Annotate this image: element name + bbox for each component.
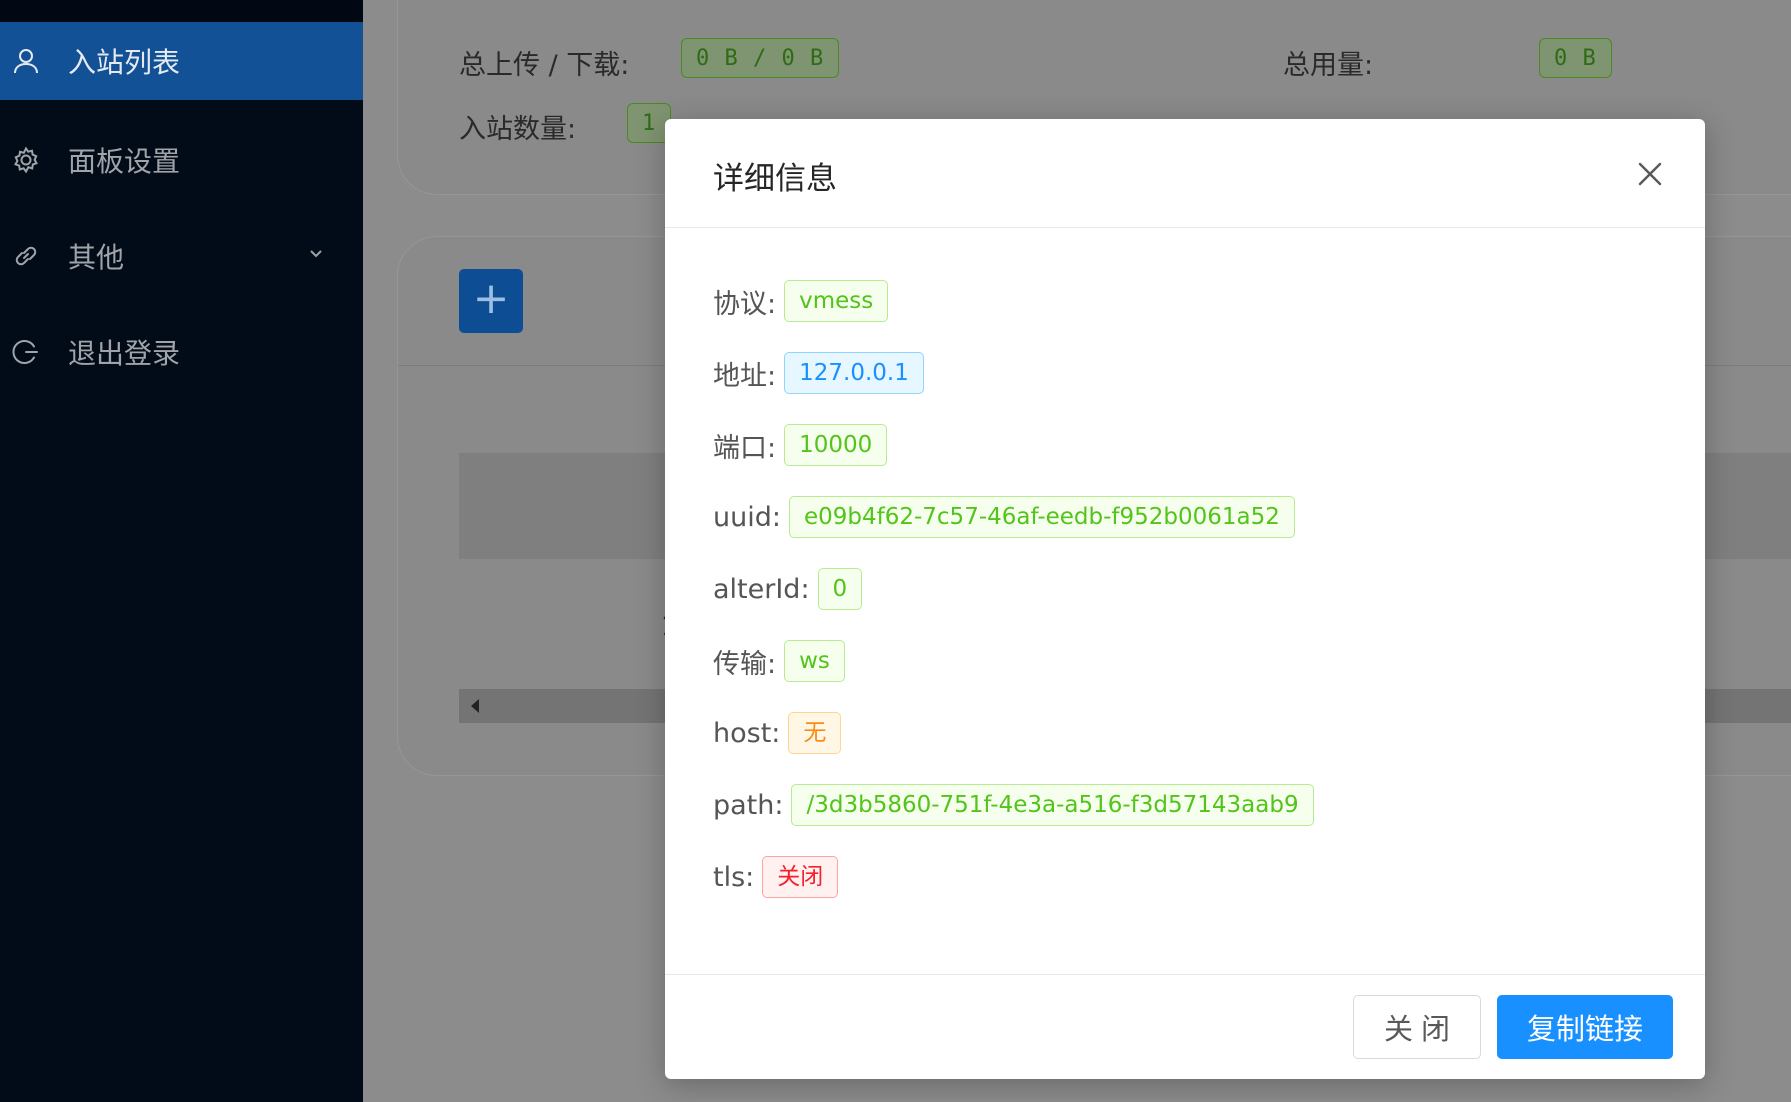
detail-row-uuid: uuid: e09b4f62-7c57-46af-eedb-f952b0061a… <box>713 495 1295 539</box>
transport-tag: ws <box>784 640 845 682</box>
logout-icon <box>12 338 40 366</box>
host-tag: 无 <box>788 712 842 754</box>
protocol-tag: vmess <box>784 280 889 322</box>
detail-label: host: <box>713 717 781 749</box>
sidebar-item-panel-settings[interactable]: 面板设置 <box>0 121 363 199</box>
uuid-tag: e09b4f62-7c57-46af-eedb-f952b0061a52 <box>788 496 1295 538</box>
modal-footer: 关闭 复制链接 <box>665 974 1705 1079</box>
add-inbound-button[interactable]: + <box>459 269 523 333</box>
modal-header: 详细信息 <box>665 119 1705 228</box>
detail-label: 端口: <box>713 432 777 464</box>
detail-label: uuid: <box>713 501 781 533</box>
detail-row-host: host: 无 <box>713 711 842 755</box>
sidebar-item-label: 退出登录 <box>68 337 181 370</box>
detail-label: 地址: <box>713 360 777 392</box>
sidebar-top-bar <box>0 0 363 22</box>
detail-row-alterid: alterId: 0 <box>713 567 863 611</box>
copy-link-button[interactable]: 复制链接 <box>1497 995 1673 1059</box>
sidebar-item-label: 面板设置 <box>68 145 181 178</box>
link-icon <box>12 242 40 270</box>
alterid-tag: 0 <box>817 568 863 610</box>
total-usage-value: 0 B <box>1539 38 1612 78</box>
sidebar: 入站列表 面板设置 其他 退出登录 <box>0 0 363 1102</box>
gear-icon <box>12 146 40 174</box>
upload-download-label: 总上传 / 下载: <box>459 50 630 81</box>
sidebar-item-other[interactable]: 其他 <box>0 217 363 295</box>
detail-row-transport: 传输: ws <box>713 639 845 683</box>
user-icon <box>12 47 40 75</box>
upload-download-value: 0 B / 0 B <box>681 38 840 78</box>
detail-row-port: 端口: 10000 <box>713 423 888 467</box>
modal-title: 详细信息 <box>713 161 837 197</box>
inbound-count-label: 入站数量: <box>459 114 577 145</box>
detail-label: 协议: <box>713 288 777 320</box>
total-usage-label: 总用量: <box>1283 50 1374 81</box>
address-tag: 127.0.0.1 <box>784 352 924 394</box>
close-button[interactable]: 关闭 <box>1353 995 1481 1059</box>
detail-modal: 详细信息 协议: vmess 地址: 127.0.0.1 端口: 10000 u… <box>665 119 1705 1079</box>
port-tag: 10000 <box>784 424 888 466</box>
path-tag: /3d3b5860-751f-4e3a-a516-f3d57143aab9 <box>791 784 1314 826</box>
sidebar-item-logout[interactable]: 退出登录 <box>0 313 363 391</box>
close-icon[interactable] <box>1635 159 1665 189</box>
scroll-left-icon[interactable] <box>470 699 480 713</box>
detail-label: path: <box>713 789 784 821</box>
detail-label: 传输: <box>713 648 777 680</box>
detail-row-address: 地址: 127.0.0.1 <box>713 351 924 395</box>
detail-row-tls: tls: 关闭 <box>713 855 839 899</box>
sidebar-item-label: 入站列表 <box>68 46 181 79</box>
detail-row-protocol: 协议: vmess <box>713 279 889 323</box>
detail-row-path: path: /3d3b5860-751f-4e3a-a516-f3d57143a… <box>713 783 1314 827</box>
detail-label: tls: <box>713 861 755 893</box>
detail-label: alterId: <box>713 573 810 605</box>
chevron-down-icon <box>310 250 322 258</box>
sidebar-item-label: 其他 <box>68 241 125 274</box>
sidebar-item-inbound-list[interactable]: 入站列表 <box>0 22 363 100</box>
tls-tag: 关闭 <box>762 856 839 898</box>
